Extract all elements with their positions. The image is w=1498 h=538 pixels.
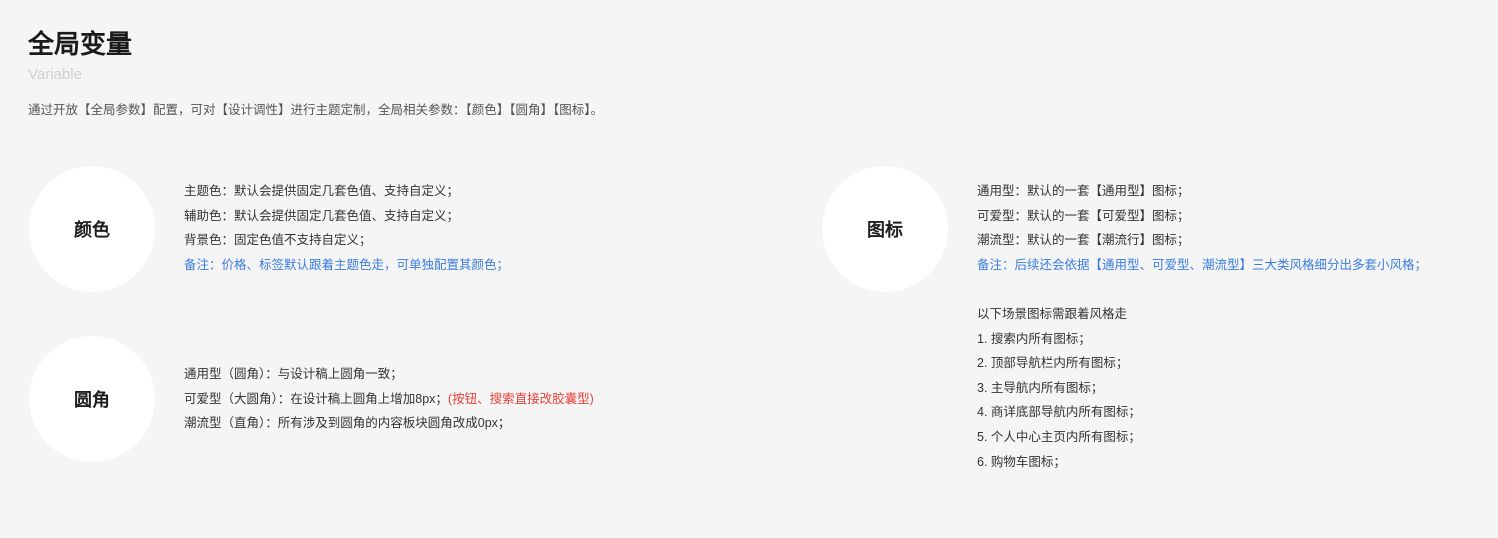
icon-section-badge: 图标 bbox=[822, 166, 948, 292]
color-section-badge: 颜色 bbox=[29, 166, 155, 292]
icon-section-description: 通用型：默认的一套【通用型】图标； 可爱型：默认的一套【可爱型】图标； 潮流型：… bbox=[977, 179, 1427, 474]
icon-note: 备注：后续还会依据【通用型、可爱型、潮流型】三大类风格细分出多套小风格； bbox=[977, 257, 1428, 272]
radius-line-cute-highlight: (按钮、搜索直接改胶囊型) bbox=[447, 391, 594, 406]
icon-scene-item: 2. 顶部导航栏内所有图标； bbox=[977, 356, 1129, 371]
radius-section-badge: 圆角 bbox=[29, 336, 155, 462]
color-note: 备注：价格、标签默认跟着主题色走，可单独配置其颜色； bbox=[184, 257, 510, 272]
color-section-description: 主题色：默认会提供固定几套色值、支持自定义； 辅助色：默认会提供固定几套色值、支… bbox=[184, 179, 509, 277]
radius-section-description: 通用型（圆角）：与设计稿上圆角一致； 可爱型（大圆角）：在设计稿上圆角上增加8p… bbox=[184, 362, 594, 436]
radius-line-cute-text: 可爱型（大圆角）：在设计稿上圆角上增加8px； bbox=[184, 391, 448, 406]
radius-line-trend: 潮流型（直角）：所有涉及到圆角的内容板块圆角改成0px； bbox=[184, 416, 511, 431]
icon-scene-title: 以下场景图标需跟着风格走 bbox=[977, 306, 1128, 321]
color-section-label: 颜色 bbox=[74, 220, 110, 240]
icon-line-general: 通用型：默认的一套【通用型】图标； bbox=[977, 184, 1190, 198]
icon-scene-item: 3. 主导航内所有图标； bbox=[977, 380, 1104, 395]
color-line-background: 背景色：固定色值不支持自定义； bbox=[184, 233, 372, 248]
color-line-theme: 主题色：默认会提供固定几套色值、支持自定义； bbox=[184, 184, 460, 198]
icon-section-label: 图标 bbox=[867, 220, 903, 240]
icon-scene-item: 1. 搜索内所有图标； bbox=[977, 331, 1091, 346]
page-subtitle: Variable bbox=[28, 66, 82, 83]
radius-section-label: 圆角 bbox=[74, 390, 110, 410]
radius-line-cute: 可爱型（大圆角）：在设计稿上圆角上增加8px；(按钮、搜索直接改胶囊型) bbox=[184, 387, 594, 412]
icon-scene-item: 5. 个人中心主页内所有图标； bbox=[977, 429, 1141, 444]
page-title: 全局变量 bbox=[28, 29, 133, 59]
intro-text: 通过开放【全局参数】配置，可对【设计调性】进行主题定制，全局相关参数：【颜色】【… bbox=[28, 103, 604, 117]
color-line-auxiliary: 辅助色：默认会提供固定几套色值、支持自定义； bbox=[184, 208, 460, 223]
icon-line-cute: 可爱型：默认的一套【可爱型】图标； bbox=[977, 208, 1190, 223]
icon-scene-item: 4. 商详底部导航内所有图标； bbox=[977, 405, 1141, 420]
radius-line-general: 通用型（圆角）：与设计稿上圆角一致； bbox=[184, 367, 403, 381]
icon-line-trend: 潮流型：默认的一套【潮流行】图标； bbox=[977, 233, 1190, 248]
icon-scene-item: 6. 购物车图标； bbox=[977, 454, 1066, 469]
